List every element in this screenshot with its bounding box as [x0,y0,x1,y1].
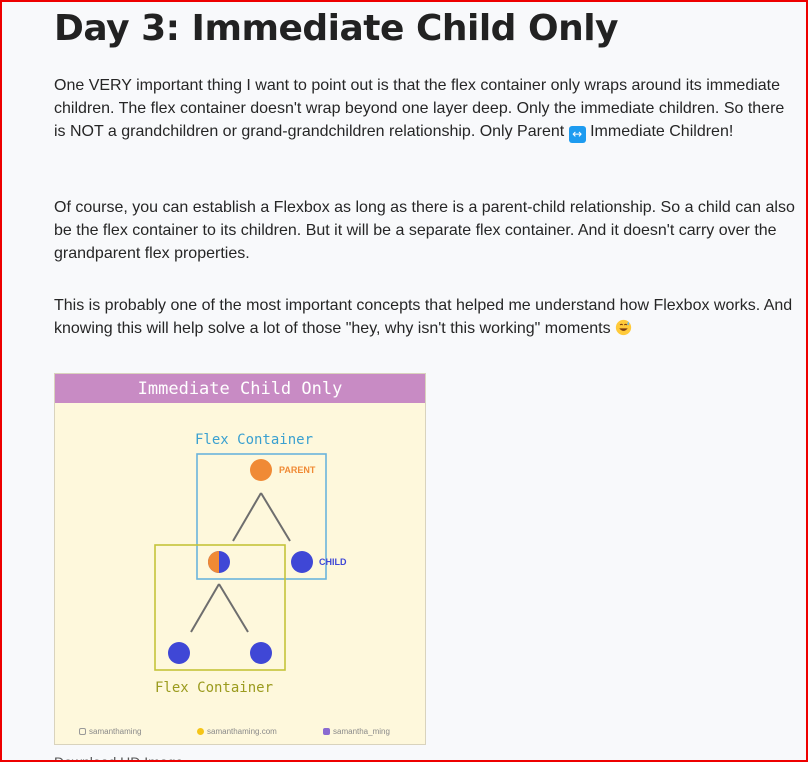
left-right-arrow-icon: ↔ [568,126,586,143]
credit-twitter-text: samantha_ming [333,727,390,736]
grinning-sweat-emoji-icon [615,319,632,336]
paragraph-parent-child: Of course, you can establish a Flexbox a… [54,199,795,262]
page-frame: Day 3: Immediate Child Only One VERY imp… [0,0,808,762]
child-label: CHILD [319,557,347,567]
paragraph-immediate-children: One VERY important thing I want to point… [54,74,799,143]
paragraph-tail: Immediate Children! [590,123,734,140]
top-container-label: Flex Container [195,432,313,448]
branch-line [218,583,249,633]
flexbox-diagram-image: Immediate Child Only Flex Container PARE… [54,373,426,745]
paragraph-important-concept: This is probably one of the most importa… [54,294,799,340]
paragraph-text: This is probably one of the most importa… [54,297,793,337]
page-title: Day 3: Immediate Child Only [54,8,619,49]
credit-twitter: samantha_ming [323,727,390,736]
bottom-container-label: Flex Container [155,680,273,696]
instagram-icon [79,728,86,735]
parent-label: PARENT [279,465,316,475]
branch-line [260,492,291,542]
child-node [291,551,313,573]
twitter-icon [323,728,330,735]
credit-instagram: samanthaming [79,727,141,736]
globe-icon [197,728,204,735]
branch-line [190,583,220,633]
grandchild-node [250,642,272,664]
grandchild-node [168,642,190,664]
child-parent-node-half [208,551,219,573]
diagram-drawing: Flex Container PARENT CHILD Flex Contain… [154,432,347,696]
credit-website-text: samanthaming.com [207,727,277,736]
parent-node [250,459,272,481]
credit-instagram-text: samanthaming [89,727,142,736]
download-hd-image-link[interactable]: Download HD Image [54,754,183,760]
branch-line [232,492,262,542]
credit-website: samanthaming.com [197,727,277,736]
